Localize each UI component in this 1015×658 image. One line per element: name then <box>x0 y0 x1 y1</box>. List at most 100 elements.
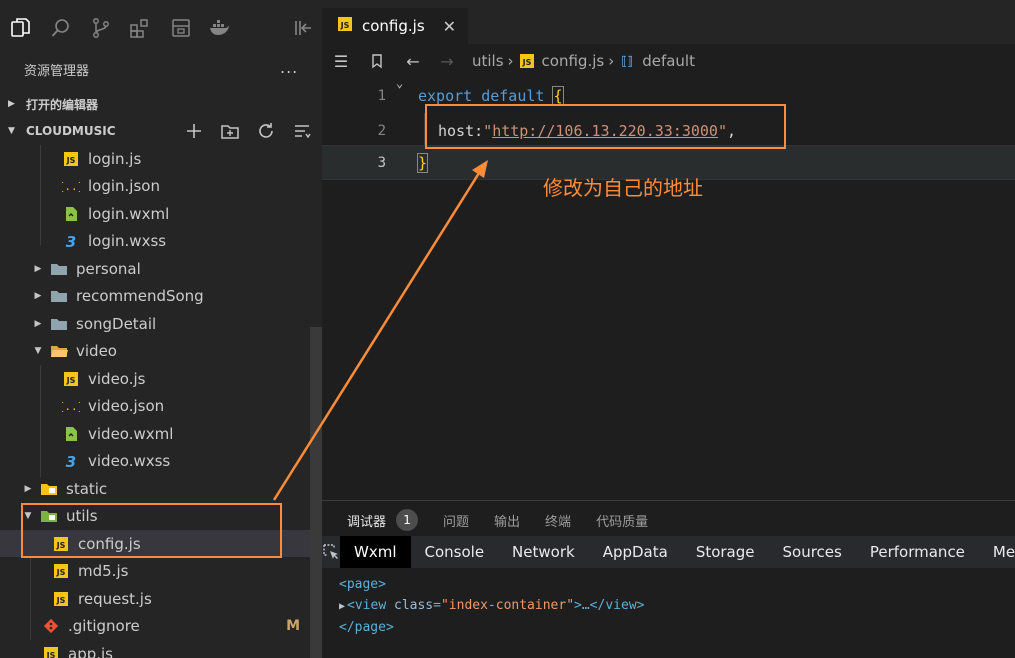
tree-item-label: video.wxml <box>88 424 174 443</box>
tab-storage[interactable]: Storage <box>682 536 769 568</box>
dom-node-view[interactable]: ▶ <view class="index-container">…</view> <box>339 595 644 617</box>
svg-text:JS: JS <box>66 376 76 385</box>
new-file-icon[interactable] <box>184 121 204 141</box>
breadcrumb-file[interactable]: config.js <box>542 52 605 70</box>
sidebar-scrollbar[interactable] <box>310 327 322 658</box>
more-actions-icon[interactable]: ... <box>280 58 298 77</box>
count-badge: 1 <box>396 509 419 531</box>
svg-text:3: 3 <box>66 453 76 470</box>
search-icon[interactable] <box>50 17 72 39</box>
tree-item-video[interactable]: ▼ video <box>0 337 310 364</box>
tab-output[interactable]: 输出 <box>494 511 520 530</box>
tab-network[interactable]: Network <box>498 536 589 568</box>
open-editors-label: 打开的编辑器 <box>26 97 99 112</box>
tab-appdata[interactable]: AppData <box>589 536 682 568</box>
breadcrumb-folder[interactable]: utils <box>472 52 504 70</box>
inspect-element-icon[interactable] <box>322 536 340 568</box>
tab-memory[interactable]: Mem <box>979 536 1015 568</box>
tree-item-static[interactable]: ▶ static <box>0 475 310 502</box>
tree-item-gitignore[interactable]: .gitignore M <box>0 612 310 639</box>
attr-value: "index-container" <box>440 598 575 613</box>
svg-text:JS: JS <box>66 156 76 165</box>
bookmark-icon[interactable] <box>366 50 388 72</box>
dom-node-page-close[interactable]: </page> <box>339 617 644 638</box>
breadcrumb: ☰ ← → utils › JS config.js › ⟦⟧ default <box>322 44 1015 78</box>
collapse-all-icon[interactable] <box>292 121 312 141</box>
tree-item-app-js[interactable]: JS app.js <box>0 640 310 658</box>
bottom-panel: 调试器 1 问题 输出 终端 代码质量 Wxml Console Network … <box>322 500 1015 658</box>
close-icon[interactable]: ✕ <box>443 17 456 36</box>
js-file-icon: JS <box>52 562 70 580</box>
tree-item-md5-js[interactable]: JS md5.js <box>0 557 310 584</box>
project-section[interactable]: ▼ CLOUDMUSIC <box>0 118 322 144</box>
tab-terminal[interactable]: 终端 <box>545 511 571 530</box>
chevron-right-icon: › <box>507 52 514 70</box>
tree-item-video-json[interactable]: {..} video.json <box>0 392 310 419</box>
file-tree: JS login.js {..} login.json login.wxml 3 lo… <box>0 145 322 658</box>
back-arrow-icon[interactable]: ← <box>402 50 424 72</box>
refresh-icon[interactable] <box>256 121 276 141</box>
tab-problems[interactable]: 问题 <box>443 511 469 530</box>
project-label: CLOUDMUSIC <box>26 124 116 138</box>
highlight-box-host <box>425 104 786 149</box>
breadcrumb-symbol[interactable]: default <box>642 52 695 70</box>
dom-tree: <page> ▶ <view class="index-container">…<… <box>339 574 644 638</box>
tab-console[interactable]: Console <box>411 536 499 568</box>
extensions-icon[interactable] <box>129 17 151 39</box>
js-file-icon: JS <box>336 15 354 37</box>
tab-label: config.js <box>362 17 425 35</box>
folder-icon <box>50 287 68 305</box>
new-folder-icon[interactable] <box>220 121 240 141</box>
dom-node-page-open[interactable]: <page> <box>339 574 644 595</box>
docker-icon[interactable] <box>208 17 230 39</box>
chevron-down-icon: ▼ <box>34 345 42 356</box>
source-control-icon[interactable] <box>90 17 112 39</box>
wxss-file-icon: 3 <box>62 232 80 250</box>
tab-performance[interactable]: Performance <box>856 536 979 568</box>
tree-item-label: video.wxss <box>88 451 171 470</box>
tree-item-personal[interactable]: ▶ personal <box>0 255 310 282</box>
tree-item-video-js[interactable]: JS video.js <box>0 365 310 392</box>
tree-item-songdetail[interactable]: ▶ songDetail <box>0 310 310 337</box>
tree-item-login-wxml[interactable]: login.wxml <box>0 200 310 227</box>
chevron-right-icon: ▶ <box>8 99 15 109</box>
tree-item-video-wxml[interactable]: video.wxml <box>0 420 310 447</box>
activity-bar <box>0 0 322 50</box>
explorer-icon[interactable] <box>9 17 31 39</box>
symbol-module-icon: ⟦⟧ <box>621 54 634 68</box>
tag-open: <view <box>347 598 394 613</box>
svg-text:JS: JS <box>521 58 531 67</box>
open-editors-section[interactable]: ▶ 打开的编辑器 <box>0 91 322 117</box>
tab-wxml[interactable]: Wxml <box>340 536 411 568</box>
tree-item-label: personal <box>76 259 141 278</box>
tree-item-label: .gitignore <box>68 616 140 635</box>
tree-item-recommendsong[interactable]: ▶ recommendSong <box>0 282 310 309</box>
tree-item-login-wxss[interactable]: 3 login.wxss <box>0 227 310 254</box>
collapse-panel-icon[interactable] <box>292 17 314 39</box>
tab-bar: JS config.js ✕ <box>322 0 1015 44</box>
tab-sources[interactable]: Sources <box>769 536 856 568</box>
tree-item-request-js[interactable]: JS request.js <box>0 585 310 612</box>
wxml-file-icon <box>62 205 80 223</box>
chevron-right-icon: ▶ <box>34 263 42 274</box>
folder-open-icon <box>50 342 68 360</box>
folder-icon <box>40 480 58 498</box>
tab-code-quality[interactable]: 代码质量 <box>596 511 648 530</box>
keyword-export: export <box>418 86 473 105</box>
tree-item-login-js[interactable]: JS login.js <box>0 145 310 172</box>
forward-arrow-icon[interactable]: → <box>436 50 458 72</box>
chevron-right-icon[interactable]: ▶ <box>339 601 345 612</box>
tree-item-label: recommendSong <box>76 286 204 305</box>
chevron-down-icon: ▼ <box>8 126 15 136</box>
chevron-down-icon[interactable]: ⌄ <box>396 76 403 90</box>
tree-item-label: video <box>76 341 117 360</box>
tab-debugger[interactable]: 调试器 1 <box>347 509 419 531</box>
keyword-default: default <box>481 86 545 105</box>
tab-config-js[interactable]: JS config.js ✕ <box>322 8 468 44</box>
tree-item-login-json[interactable]: {..} login.json <box>0 172 310 199</box>
cloud-storage-icon[interactable] <box>170 17 192 39</box>
tree-item-video-wxss[interactable]: 3 video.wxss <box>0 447 310 474</box>
js-file-icon: JS <box>62 150 80 168</box>
outline-list-icon[interactable]: ☰ <box>330 50 352 72</box>
json-file-icon: {..} <box>62 397 80 415</box>
